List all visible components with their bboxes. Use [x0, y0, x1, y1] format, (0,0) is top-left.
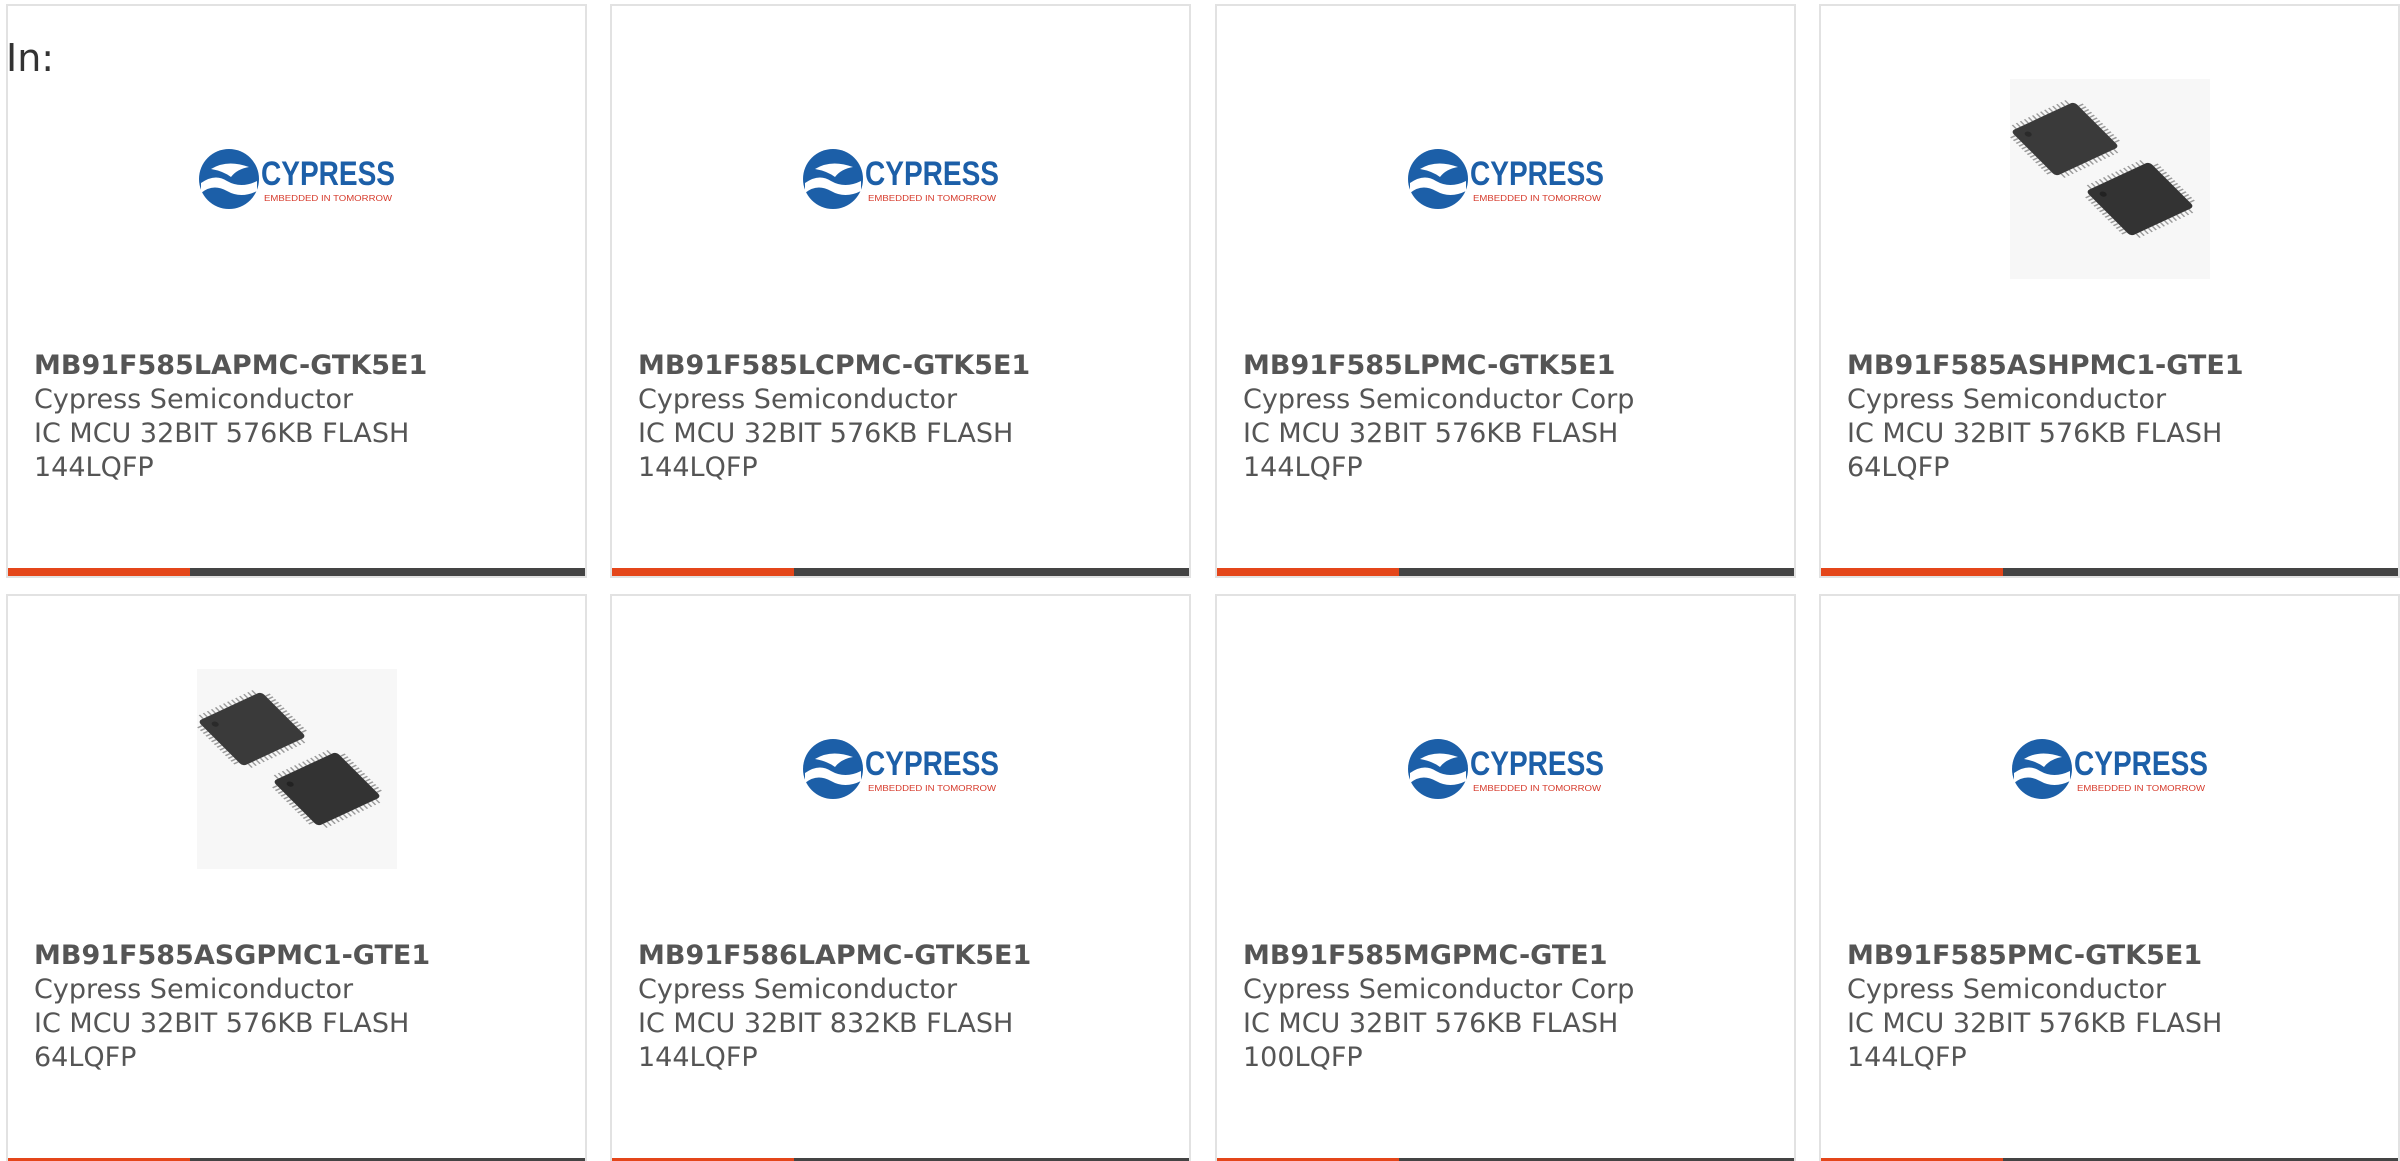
- logo-brand: CYPRESS: [1470, 745, 1604, 783]
- product-info: MB91F585ASHPMC1-GTE1 Cypress Semiconduct…: [1847, 349, 2382, 485]
- product-part-number[interactable]: MB91F585LPMC-GTK5E1: [1243, 349, 1778, 383]
- product-card[interactable]: CYPRESS EMBEDDED IN TOMORROW MB91F585PMC…: [1819, 594, 2400, 1161]
- product-info: MB91F585LAPMC-GTK5E1 Cypress Semiconduct…: [34, 349, 569, 485]
- product-part-number[interactable]: MB91F586LAPMC-GTK5E1: [638, 939, 1173, 973]
- in-label: In:: [6, 36, 55, 80]
- logo-brand: CYPRESS: [2074, 745, 2208, 783]
- product-card[interactable]: MB91F585ASGPMC1-GTE1 Cypress Semiconduct…: [6, 594, 587, 1161]
- product-image[interactable]: CYPRESS EMBEDDED IN TOMORROW: [801, 669, 1001, 869]
- product-image[interactable]: CYPRESS EMBEDDED IN TOMORROW: [2010, 669, 2210, 869]
- product-package: 144LQFP: [638, 452, 758, 483]
- product-info: MB91F586LAPMC-GTK5E1 Cypress Semiconduct…: [638, 939, 1173, 1075]
- product-image[interactable]: [196, 669, 397, 869]
- product-image[interactable]: [2009, 79, 2210, 279]
- product-info: MB91F585ASGPMC1-GTE1 Cypress Semiconduct…: [34, 939, 569, 1075]
- product-image[interactable]: CYPRESS EMBEDDED IN TOMORROW: [801, 79, 1001, 279]
- product-description: IC MCU 32BIT 832KB FLASH: [638, 1008, 1014, 1039]
- product-description: IC MCU 32BIT 576KB FLASH: [1847, 418, 2223, 449]
- product-part-number[interactable]: MB91F585ASHPMC1-GTE1: [1847, 349, 2382, 383]
- product-manufacturer: Cypress Semiconductor Corp: [1243, 974, 1635, 1005]
- logo-brand: CYPRESS: [865, 745, 999, 783]
- product-description: IC MCU 32BIT 576KB FLASH: [34, 418, 410, 449]
- cypress-logo: CYPRESS EMBEDDED IN TOMORROW: [1407, 739, 1604, 799]
- product-card[interactable]: CYPRESS EMBEDDED IN TOMORROW MB91F585LAP…: [6, 4, 587, 578]
- card-accent-bar: [612, 568, 794, 576]
- cypress-logo: CYPRESS EMBEDDED IN TOMORROW: [198, 149, 395, 209]
- product-info: MB91F585MGPMC-GTE1 Cypress Semiconductor…: [1243, 939, 1778, 1075]
- product-card[interactable]: CYPRESS EMBEDDED IN TOMORROW MB91F586LAP…: [610, 594, 1191, 1161]
- product-info: MB91F585LPMC-GTK5E1 Cypress Semiconducto…: [1243, 349, 1778, 485]
- logo-brand: CYPRESS: [261, 155, 395, 193]
- product-card[interactable]: CYPRESS EMBEDDED IN TOMORROW MB91F585MGP…: [1215, 594, 1796, 1161]
- product-part-number[interactable]: MB91F585LCPMC-GTK5E1: [638, 349, 1173, 383]
- logo-brand: CYPRESS: [865, 155, 999, 193]
- card-footer-bar: [1217, 568, 1794, 576]
- product-package: 144LQFP: [1243, 452, 1363, 483]
- product-grid-page: In: CYPRESS EMBEDDED IN TOMORROW MB91F58…: [0, 0, 2400, 1161]
- product-manufacturer: Cypress Semiconductor: [638, 974, 958, 1005]
- product-package: 64LQFP: [1847, 452, 1950, 483]
- product-manufacturer: Cypress Semiconductor: [34, 974, 354, 1005]
- chip-photo: [196, 669, 397, 869]
- product-image[interactable]: CYPRESS EMBEDDED IN TOMORROW: [1406, 669, 1606, 869]
- product-card[interactable]: CYPRESS EMBEDDED IN TOMORROW MB91F585LCP…: [610, 4, 1191, 578]
- logo-tagline: EMBEDDED IN TOMORROW: [2077, 784, 2206, 793]
- cypress-logo: CYPRESS EMBEDDED IN TOMORROW: [802, 739, 999, 799]
- product-card[interactable]: CYPRESS EMBEDDED IN TOMORROW MB91F585LPM…: [1215, 4, 1796, 578]
- cypress-logo: CYPRESS EMBEDDED IN TOMORROW: [1407, 149, 1604, 209]
- card-footer-bar: [612, 568, 1189, 576]
- product-package: 64LQFP: [34, 1042, 137, 1073]
- product-manufacturer: Cypress Semiconductor Corp: [1243, 384, 1635, 415]
- card-footer-bar: [1821, 568, 2398, 576]
- product-part-number[interactable]: MB91F585MGPMC-GTE1: [1243, 939, 1778, 973]
- product-package: 144LQFP: [34, 452, 154, 483]
- card-accent-bar: [1217, 568, 1399, 576]
- product-image[interactable]: CYPRESS EMBEDDED IN TOMORROW: [1406, 79, 1606, 279]
- product-part-number[interactable]: MB91F585LAPMC-GTK5E1: [34, 349, 569, 383]
- product-manufacturer: Cypress Semiconductor: [1847, 384, 2167, 415]
- product-package: 144LQFP: [638, 1042, 758, 1073]
- product-description: IC MCU 32BIT 576KB FLASH: [1243, 1008, 1619, 1039]
- product-manufacturer: Cypress Semiconductor: [1847, 974, 2167, 1005]
- product-manufacturer: Cypress Semiconductor: [34, 384, 354, 415]
- product-description: IC MCU 32BIT 576KB FLASH: [1847, 1008, 2223, 1039]
- logo-brand: CYPRESS: [1470, 155, 1604, 193]
- logo-tagline: EMBEDDED IN TOMORROW: [868, 784, 997, 793]
- product-description: IC MCU 32BIT 576KB FLASH: [34, 1008, 410, 1039]
- product-card[interactable]: MB91F585ASHPMC1-GTE1 Cypress Semiconduct…: [1819, 4, 2400, 578]
- product-manufacturer: Cypress Semiconductor: [638, 384, 958, 415]
- cypress-logo: CYPRESS EMBEDDED IN TOMORROW: [802, 149, 999, 209]
- product-part-number[interactable]: MB91F585PMC-GTK5E1: [1847, 939, 2382, 973]
- product-description: IC MCU 32BIT 576KB FLASH: [1243, 418, 1619, 449]
- logo-tagline: EMBEDDED IN TOMORROW: [1473, 194, 1602, 203]
- logo-tagline: EMBEDDED IN TOMORROW: [1473, 784, 1602, 793]
- chip-photo: [2009, 79, 2210, 279]
- product-part-number[interactable]: MB91F585ASGPMC1-GTE1: [34, 939, 569, 973]
- card-accent-bar: [1821, 568, 2003, 576]
- card-accent-bar: [8, 568, 190, 576]
- product-package: 144LQFP: [1847, 1042, 1967, 1073]
- product-description: IC MCU 32BIT 576KB FLASH: [638, 418, 1014, 449]
- product-info: MB91F585LCPMC-GTK5E1 Cypress Semiconduct…: [638, 349, 1173, 485]
- cypress-logo: CYPRESS EMBEDDED IN TOMORROW: [2011, 739, 2208, 799]
- logo-tagline: EMBEDDED IN TOMORROW: [264, 194, 393, 203]
- product-package: 100LQFP: [1243, 1042, 1363, 1073]
- logo-tagline: EMBEDDED IN TOMORROW: [868, 194, 997, 203]
- product-info: MB91F585PMC-GTK5E1 Cypress Semiconductor…: [1847, 939, 2382, 1075]
- product-image[interactable]: CYPRESS EMBEDDED IN TOMORROW: [197, 79, 397, 279]
- card-footer-bar: [8, 568, 585, 576]
